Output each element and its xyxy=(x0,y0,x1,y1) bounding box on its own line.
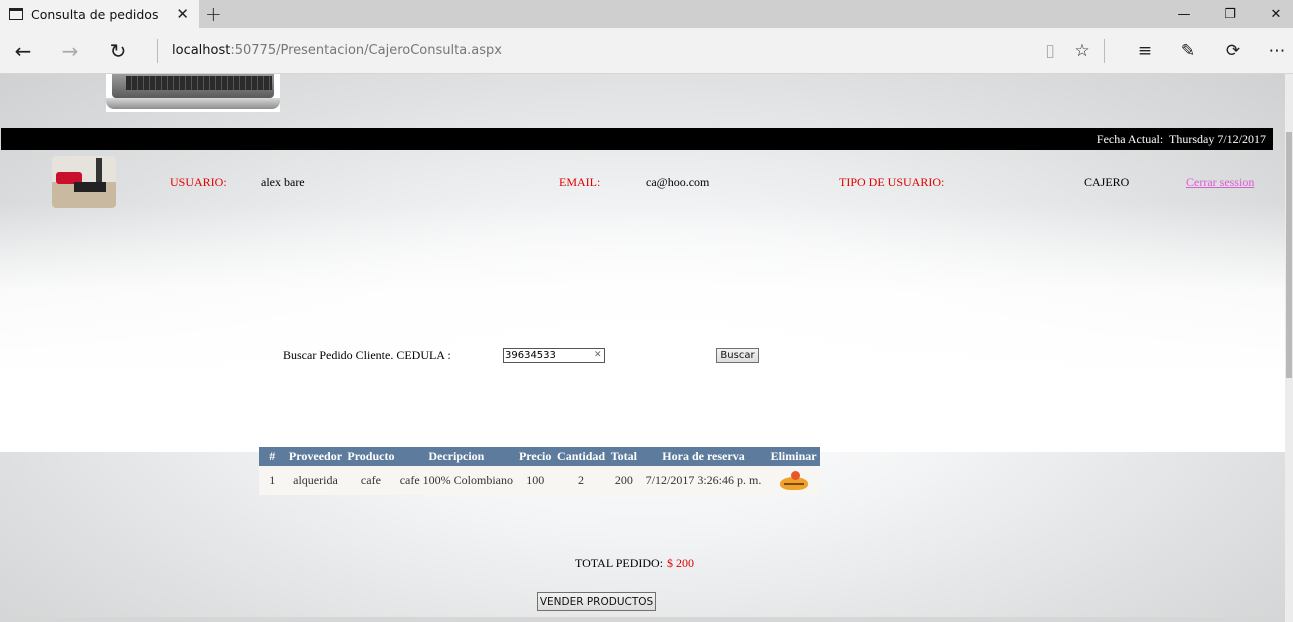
current-date: Fecha Actual: Thursday 7/12/2017 xyxy=(1097,132,1266,147)
date-bar: Fecha Actual: Thursday 7/12/2017 xyxy=(1,128,1273,150)
tab-close-icon[interactable]: ✕ xyxy=(176,5,189,23)
browser-tab-bar: Consulta de pedidos ✕ + — ❐ ✕ xyxy=(0,0,1293,28)
url-path: :50775/Presentacion/CajeroConsulta.aspx xyxy=(230,43,502,58)
background-band xyxy=(0,204,1285,452)
minimize-icon[interactable]: — xyxy=(1161,0,1207,28)
cell-num: 1 xyxy=(259,466,286,495)
table-header-row: # Proveedor Producto Decripcion Precio C… xyxy=(259,447,820,466)
toolbar-divider xyxy=(1104,39,1105,63)
total-label: TOTAL PEDIDO: xyxy=(575,556,664,570)
reading-view-icon[interactable]: ▯ xyxy=(1035,37,1065,65)
logout-link[interactable]: Cerrar session xyxy=(1186,175,1254,190)
cell-eliminar xyxy=(767,466,820,495)
column-header: # xyxy=(259,447,286,466)
delete-icon[interactable] xyxy=(778,469,810,493)
more-icon[interactable]: ⋯ xyxy=(1262,37,1292,65)
search-label: Buscar Pedido Cliente. CEDULA : xyxy=(283,348,451,362)
tab-title: Consulta de pedidos xyxy=(31,6,159,22)
email-label: EMAIL: xyxy=(559,175,601,189)
favorite-star-icon[interactable]: ☆ xyxy=(1067,37,1097,65)
clear-input-icon[interactable]: ✕ xyxy=(594,350,602,360)
usuario-label: USUARIO: xyxy=(170,175,227,189)
web-note-icon[interactable]: ✎ xyxy=(1173,37,1203,65)
back-icon[interactable]: ← xyxy=(8,36,38,66)
total-value: $ 200 xyxy=(667,556,695,570)
cell-total: 200 xyxy=(607,466,640,495)
column-header: Precio xyxy=(516,447,555,466)
hub-icon[interactable]: ≡ xyxy=(1130,37,1160,65)
cell-cantidad: 2 xyxy=(554,466,608,495)
browser-tab[interactable]: Consulta de pedidos ✕ xyxy=(0,0,199,28)
email-value: ca@hoo.com xyxy=(646,175,710,189)
cell-precio: 100 xyxy=(516,466,555,495)
forward-icon[interactable]: → xyxy=(55,36,85,66)
address-bar: ← → ↻ localhost:50775/Presentacion/Cajer… xyxy=(0,28,1293,74)
column-header: Producto xyxy=(345,447,397,466)
vertical-scrollbar[interactable] xyxy=(1285,74,1293,622)
column-header: Cantidad xyxy=(554,447,608,466)
restore-icon[interactable]: ❐ xyxy=(1207,0,1253,28)
cell-descripcion: cafe 100% Colombiano xyxy=(396,466,517,495)
table-row: 1 alquerida cafe cafe 100% Colombiano 10… xyxy=(259,466,820,495)
cell-proveedor: alquerida xyxy=(285,466,346,495)
page-icon xyxy=(9,8,23,20)
column-header: Proveedor xyxy=(285,447,346,466)
cedula-input[interactable]: 39634533 xyxy=(503,348,605,363)
address-divider xyxy=(157,39,158,63)
cell-hora: 7/12/2017 3:26:46 p. m. xyxy=(639,466,768,495)
column-header: Decripcion xyxy=(396,447,517,466)
page-content: Fecha Actual: Thursday 7/12/2017 USUARIO… xyxy=(0,74,1285,622)
date-value: Thursday 7/12/2017 xyxy=(1169,132,1266,146)
scrollbar-thumb[interactable] xyxy=(1286,132,1292,378)
date-label: Fecha Actual: xyxy=(1096,132,1164,146)
share-icon[interactable]: ⟳ xyxy=(1218,37,1248,65)
orders-table: # Proveedor Producto Decripcion Precio C… xyxy=(259,447,820,495)
user-photo xyxy=(52,156,116,208)
tipo-usuario-value: CAJERO xyxy=(1084,175,1130,189)
horizontal-scrollbar[interactable] xyxy=(0,617,1285,622)
cell-producto: cafe xyxy=(345,466,397,495)
column-header: Hora de reserva xyxy=(639,447,768,466)
url-field[interactable]: localhost:50775/Presentacion/CajeroConsu… xyxy=(172,43,502,58)
buscar-button[interactable]: Buscar xyxy=(716,348,759,363)
total-pedido: TOTAL PEDIDO: $ 200 xyxy=(575,556,694,571)
window-close-icon[interactable]: ✕ xyxy=(1253,0,1293,28)
column-header: Total xyxy=(607,447,640,466)
new-tab-icon[interactable]: + xyxy=(205,2,222,26)
laptop-banner-image xyxy=(106,74,280,112)
refresh-icon[interactable]: ↻ xyxy=(103,36,133,66)
column-header: Eliminar xyxy=(767,447,820,466)
url-host: localhost xyxy=(172,43,231,58)
tipo-usuario-label: TIPO DE USUARIO: xyxy=(839,175,945,189)
vender-productos-button[interactable]: VENDER PRODUCTOS xyxy=(537,592,656,611)
usuario-value: alex bare xyxy=(261,175,305,189)
